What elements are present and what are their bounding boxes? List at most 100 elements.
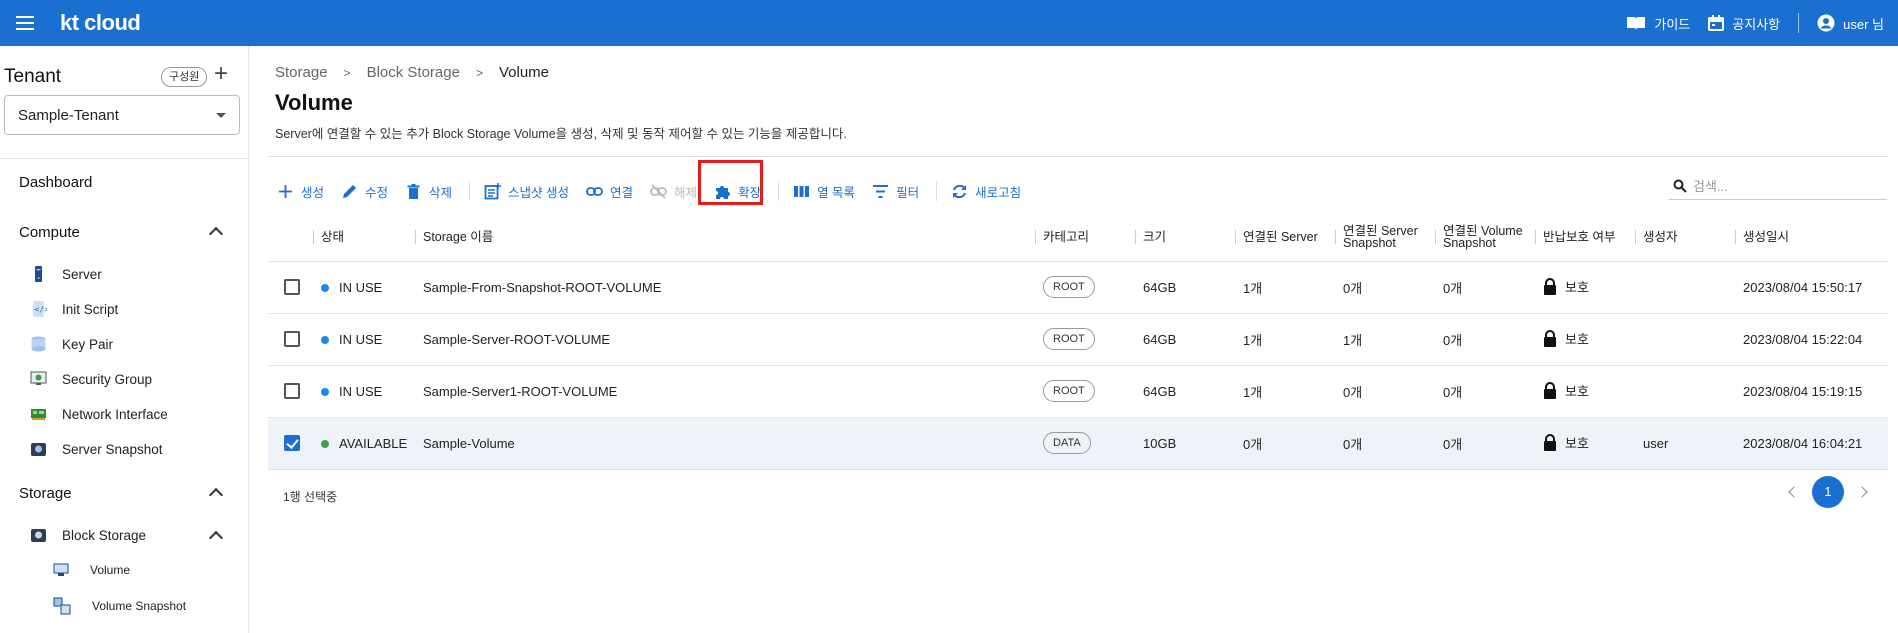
protection-text: 보호	[1565, 331, 1589, 347]
filter-button[interactable]: 필터	[872, 182, 919, 201]
page-button[interactable]: 1	[1812, 476, 1844, 508]
chevron-up-icon[interactable]	[208, 487, 224, 503]
create-snapshot-button[interactable]: 스냅샷 생성	[484, 182, 569, 201]
table-row[interactable]: AVAILABLE Sample-Volume DATA 10GB 0개 0개 0개 보호 us…	[268, 417, 1888, 470]
category-chip: ROOT	[1043, 328, 1095, 350]
tenant-select[interactable]: Sample-Tenant	[4, 95, 240, 135]
row-checkbox[interactable]	[284, 383, 300, 400]
name-cell[interactable]: Sample-Server-ROOT-VOLUME	[415, 313, 1035, 366]
create-button[interactable]: 생성	[277, 182, 324, 201]
sidebar-item-key-pair[interactable]: Key Pair	[30, 336, 113, 352]
protection-cell: 보호	[1535, 313, 1635, 366]
column-header[interactable]: 상태	[313, 214, 415, 262]
name-cell[interactable]: Sample-Server1-ROOT-VOLUME	[415, 365, 1035, 418]
chevron-right-icon: >	[343, 65, 351, 80]
size-cell: 64GB	[1135, 365, 1235, 418]
column-header[interactable]: 반납보호 여부	[1535, 214, 1635, 262]
chevron-right-icon: >	[475, 65, 483, 80]
nav-compute-header[interactable]: Compute	[19, 224, 80, 241]
table-header-row: 상태 Storage 이름 카테고리 크기 연결된 Server 연결된 Ser…	[268, 214, 1888, 262]
hamburger-menu-icon[interactable]	[14, 12, 36, 34]
category-cell: ROOT	[1035, 313, 1135, 366]
sidebar-item-block-storage[interactable]: Block Storage	[30, 527, 146, 543]
sidebar-item-volume-snapshot[interactable]: Volume Snapshot	[53, 597, 186, 615]
column-header[interactable]: 연결된 Volume Snapshot	[1435, 214, 1535, 262]
nav-dashboard[interactable]: Dashboard	[19, 174, 92, 191]
search-placeholder: 검색...	[1693, 179, 1728, 194]
breadcrumb-block-storage[interactable]: Block Storage	[367, 64, 460, 81]
column-header[interactable]: 연결된 Server	[1235, 214, 1335, 262]
volume-snapshot-cell: 0개	[1435, 365, 1535, 418]
refresh-button[interactable]: 새로고침	[951, 182, 1021, 201]
name-cell[interactable]: Sample-From-Snapshot-ROOT-VOLUME	[415, 261, 1035, 314]
notice-link[interactable]: 공지사항	[1708, 14, 1780, 33]
chevron-up-icon[interactable]	[208, 530, 224, 546]
column-header[interactable]: 크기	[1135, 214, 1235, 262]
breadcrumb-storage[interactable]: Storage	[275, 64, 328, 81]
link-icon	[586, 186, 603, 196]
row-checkbox[interactable]	[284, 279, 300, 296]
members-button[interactable]: 구성원	[161, 67, 208, 87]
sidebar-item-server-snapshot[interactable]: Server Snapshot	[30, 441, 163, 457]
key-pair-icon	[31, 336, 46, 352]
column-header-label: 카테고리	[1043, 230, 1090, 245]
category-chip: ROOT	[1043, 380, 1095, 402]
attach-button[interactable]: 연결	[586, 182, 633, 201]
delete-button[interactable]: 삭제	[405, 182, 452, 201]
column-header[interactable]: Storage 이름	[415, 214, 1035, 262]
refresh-icon	[953, 184, 967, 198]
edit-button[interactable]: 수정	[341, 182, 388, 201]
link-off-icon	[650, 183, 667, 199]
size-cell: 10GB	[1135, 417, 1235, 470]
guide-link[interactable]: 가이드	[1626, 14, 1690, 33]
trash-icon	[407, 183, 420, 199]
add-tenant-button[interactable]: +	[214, 62, 228, 86]
header-checkbox-cell	[268, 214, 313, 262]
edit-label: 수정	[365, 185, 389, 200]
column-header-label: 생성일시	[1743, 230, 1790, 245]
toolbar: 생성 수정 삭제 스냅샷 생성 연결 해제 확장 열 목록 필터 새로고침	[277, 177, 1038, 205]
search-input[interactable]: 검색...	[1669, 172, 1887, 200]
table-row[interactable]: IN USE Sample-Server1-ROOT-VOLUME ROOT 64GB…	[268, 365, 1888, 418]
status-cell: IN USE	[313, 313, 415, 366]
row-checkbox[interactable]	[284, 331, 300, 348]
row-checkbox-cell	[268, 313, 313, 366]
breadcrumb: Storage > Block Storage > Volume	[275, 64, 549, 81]
prev-page-icon[interactable]	[1788, 486, 1800, 498]
column-header[interactable]: 연결된 Server Snapshot	[1335, 214, 1435, 262]
user-menu[interactable]: user 님	[1817, 14, 1884, 33]
columns-button[interactable]: 열 목록	[793, 182, 855, 201]
protection-cell: 보호	[1535, 417, 1635, 470]
created-at-cell: 2023/08/04 15:22:04	[1735, 313, 1888, 366]
status-cell: IN USE	[313, 261, 415, 314]
name-cell[interactable]: Sample-Volume	[415, 417, 1035, 470]
search-icon	[1673, 179, 1687, 193]
detach-button[interactable]: 해제	[650, 182, 697, 201]
next-page-icon[interactable]	[1856, 486, 1868, 498]
nav-storage-header[interactable]: Storage	[19, 485, 72, 502]
column-header[interactable]: 생성일시	[1735, 214, 1888, 262]
category-chip: DATA	[1043, 432, 1091, 454]
column-header[interactable]: 생성자	[1635, 214, 1735, 262]
sidebar-item-init-script[interactable]: </> Init Script	[30, 301, 118, 317]
calendar-icon	[1708, 15, 1725, 31]
row-checkbox[interactable]	[284, 435, 300, 452]
table-row[interactable]: IN USE Sample-Server-ROOT-VOLUME ROOT 64GB 1…	[268, 313, 1888, 366]
row-checkbox-cell	[268, 365, 313, 418]
sidebar-item-volume[interactable]: Volume	[53, 563, 130, 577]
sidebar-item-security-group[interactable]: Security Group	[30, 371, 152, 387]
server-snapshot-cell: 0개	[1335, 261, 1435, 314]
row-checkbox-cell	[268, 417, 313, 470]
column-header-label: 연결된 Server	[1243, 230, 1318, 245]
sidebar-item-network-interface[interactable]: Network Interface	[30, 406, 168, 422]
lock-icon	[1544, 433, 1556, 451]
size-cell: 64GB	[1135, 261, 1235, 314]
sidebar-item-server[interactable]: Server	[30, 266, 102, 282]
kt-cloud-logo[interactable]: kt cloud	[60, 10, 141, 36]
chevron-up-icon[interactable]	[208, 226, 224, 242]
column-header[interactable]: 카테고리	[1035, 214, 1135, 262]
table-row[interactable]: IN USE Sample-From-Snapshot-ROOT-VOLUME RO…	[268, 261, 1888, 314]
column-header-label: 생성자	[1643, 230, 1678, 245]
column-header-label: 상태	[321, 230, 345, 245]
script-icon: </>	[33, 301, 47, 317]
